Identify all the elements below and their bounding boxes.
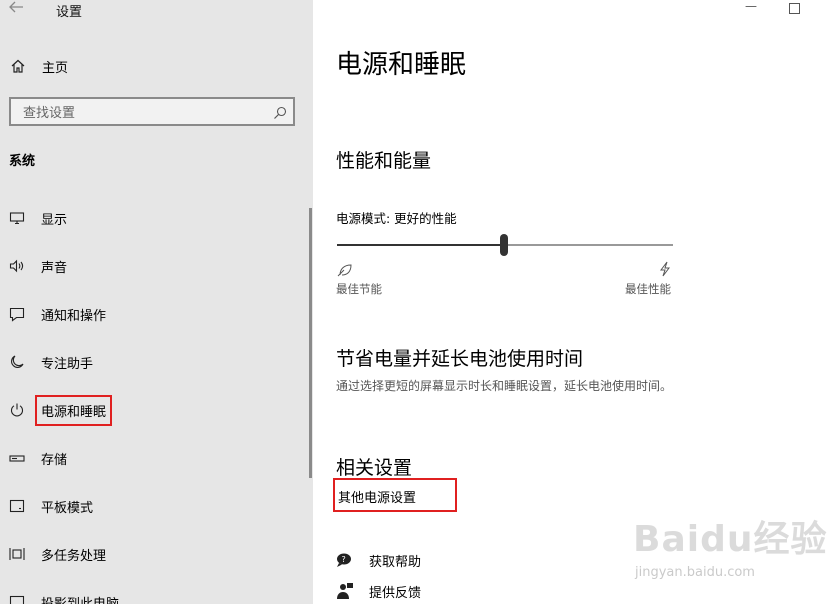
sidebar-item-label: 通知和操作 xyxy=(41,309,107,324)
sidebar-item-tablet-mode[interactable]: 平板模式 xyxy=(0,491,313,521)
page-title: 电源和睡眠 xyxy=(336,50,467,80)
storage-icon xyxy=(9,450,25,466)
search-box[interactable] xyxy=(9,97,295,126)
battery-heading: 节省电量并延长电池使用时间 xyxy=(336,348,584,370)
sidebar-item-focus-assist[interactable]: 专注助手 xyxy=(0,347,313,377)
sidebar: 设置 主页 系统 显示 声音 通知和操作 专注助手 xyxy=(0,0,313,604)
search-input[interactable] xyxy=(21,102,265,124)
performance-heading: 性能和能量 xyxy=(336,150,432,172)
power-mode-label: 电源模式: 更好的性能 xyxy=(336,211,457,226)
watermark-logo: Baidu经验 xyxy=(633,519,828,560)
additional-power-settings-label: 其他电源设置 xyxy=(338,491,417,506)
slider-track-filled[interactable] xyxy=(337,244,505,246)
minimize-button[interactable]: — xyxy=(745,0,759,16)
leaf-icon xyxy=(337,262,353,277)
feedback-link[interactable]: 提供反馈 xyxy=(336,580,536,604)
main-panel: — 电源和睡眠 性能和能量 电源模式: 更好的性能 最佳节能 最佳性能 节省电量… xyxy=(313,0,833,604)
moon-icon xyxy=(9,354,25,370)
sidebar-item-label: 声音 xyxy=(41,261,68,276)
slider-thumb[interactable] xyxy=(500,234,508,256)
sidebar-item-label: 投影到此电脑 xyxy=(41,593,119,604)
sidebar-item-label: 平板模式 xyxy=(41,501,94,516)
slider-max-label: 最佳性能 xyxy=(625,282,671,296)
battery-description: 通过选择更短的屏幕显示时长和睡眠设置，延长电池使用时间。 xyxy=(336,379,673,393)
sidebar-item-label: 电源和睡眠 xyxy=(34,395,113,426)
feedback-label: 提供反馈 xyxy=(369,586,422,601)
sidebar-item-storage[interactable]: 存储 xyxy=(0,443,313,473)
watermark-url: jingyan.baidu.com xyxy=(635,565,755,580)
sidebar-item-notifications[interactable]: 通知和操作 xyxy=(0,299,313,329)
sidebar-item-label: 专注助手 xyxy=(41,357,94,372)
get-help-label: 获取帮助 xyxy=(369,555,422,570)
sidebar-item-multitasking[interactable]: 多任务处理 xyxy=(0,539,313,569)
monitor-icon xyxy=(9,210,25,226)
sidebar-item-display[interactable]: 显示 xyxy=(0,203,313,233)
sidebar-item-label: 多任务处理 xyxy=(41,549,107,564)
sidebar-item-power-sleep[interactable]: 电源和睡眠 xyxy=(0,395,313,426)
sidebar-item-label: 存储 xyxy=(41,453,68,468)
tablet-icon xyxy=(9,498,25,514)
sidebar-scrollbar[interactable] xyxy=(309,208,312,478)
feedback-icon xyxy=(336,583,354,599)
speaker-icon xyxy=(9,258,25,274)
slider-track-empty[interactable] xyxy=(505,244,673,246)
multitask-icon xyxy=(9,546,25,562)
sidebar-item-project[interactable]: 投影到此电脑 xyxy=(0,587,313,604)
notification-icon xyxy=(9,306,25,322)
power-icon xyxy=(9,402,25,418)
section-heading-system: 系统 xyxy=(9,154,36,169)
search-icon[interactable] xyxy=(273,105,287,119)
home-icon xyxy=(10,58,26,74)
lightning-icon xyxy=(658,261,672,277)
related-settings-heading: 相关设置 xyxy=(336,457,413,479)
slider-min-label: 最佳节能 xyxy=(336,282,382,296)
maximize-button[interactable] xyxy=(789,3,800,14)
get-help-link[interactable]: ? 获取帮助 xyxy=(336,549,536,573)
svg-text:?: ? xyxy=(342,555,346,564)
additional-power-settings-link[interactable]: 其他电源设置 xyxy=(333,478,457,512)
app-title: 设置 xyxy=(56,5,83,20)
back-arrow-icon[interactable] xyxy=(8,0,28,18)
home-label: 主页 xyxy=(42,61,69,76)
sidebar-item-home[interactable]: 主页 xyxy=(0,52,313,80)
sidebar-item-label: 显示 xyxy=(41,213,68,228)
sidebar-item-sound[interactable]: 声音 xyxy=(0,251,313,281)
project-icon xyxy=(9,594,25,604)
help-chat-icon: ? xyxy=(336,552,354,568)
